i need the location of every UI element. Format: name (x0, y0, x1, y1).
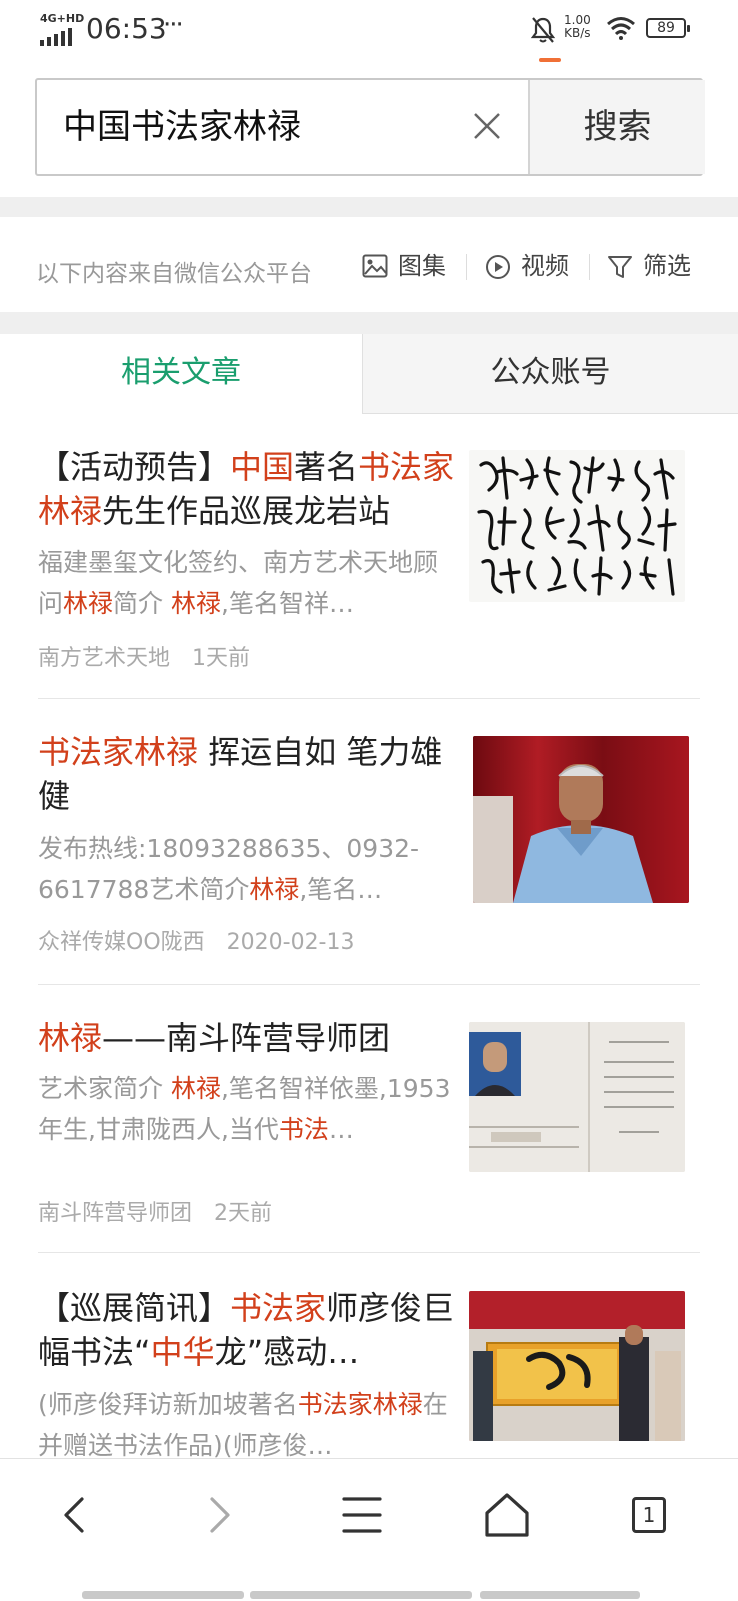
text-segment: 先生作品巡展龙岩站 (102, 492, 391, 530)
gesture-bar (480, 1591, 640, 1599)
gallery-label: 图集 (398, 252, 446, 280)
wifi-icon (607, 17, 635, 40)
tab-indicator (539, 58, 561, 62)
text-segment: (师彦俊拜访新加坡著名 (38, 1390, 298, 1419)
highlight-text: 书法 (278, 1115, 329, 1144)
status-bar: 4G+HD 06:53 ··· 1.00 KB/s 89 (0, 0, 738, 62)
article-title[interactable]: 【活动预告】中国著名书法家林禄先生作品巡展龙岩站 (38, 445, 458, 533)
highlight-text: 中华 (150, 1333, 215, 1371)
highlight-text: 中国 (230, 448, 295, 486)
divider (38, 984, 700, 985)
text-segment: 简介 (113, 589, 171, 618)
divider (38, 698, 700, 699)
gesture-bar (82, 1591, 244, 1599)
article-title[interactable]: 书法家林禄 挥运自如 笔力雄健 (38, 730, 458, 818)
article-source: 众祥传媒OO陇西 (38, 930, 205, 955)
mute-bell-icon (530, 17, 556, 43)
article-time: 1天前 (192, 646, 251, 671)
image-icon (362, 254, 388, 278)
highlight-text: 林禄 (170, 589, 221, 618)
search-button[interactable]: 搜索 (528, 80, 705, 174)
article-time: 2020-02-13 (226, 930, 355, 955)
article-time: 2天前 (214, 1201, 273, 1226)
article-snippet: (师彦俊拜访新加坡著名书法家林禄在并赠送书法作品)(师彦俊… (38, 1384, 458, 1466)
calligraphy-image (477, 456, 677, 596)
text-segment: … (328, 1115, 354, 1144)
bottom-nav: 1 (0, 1458, 738, 1601)
filter-icon (608, 256, 632, 278)
signal-icon (40, 28, 74, 46)
highlight-text: 书法家林禄 (38, 733, 199, 771)
highlight-text: 林禄 (63, 589, 114, 618)
article-snippet: 艺术家简介 林禄,笔名智祥依墨,1953年生,甘肃陇西人,当代书法… (38, 1068, 458, 1150)
article-source: 南斗阵营导师团 (38, 1201, 193, 1226)
article-meta: 南方艺术天地 1天前 (38, 640, 250, 672)
gallery-filter[interactable]: 图集 (362, 248, 452, 284)
article-thumbnail[interactable] (473, 736, 689, 903)
article-snippet: 发布热线:18093288635、0932-6617788艺术简介林禄,笔名… (38, 828, 458, 910)
filter-label: 筛选 (643, 252, 691, 280)
home-icon[interactable] (477, 1485, 537, 1545)
highlight-text: 书法家 (230, 1289, 327, 1327)
forward-icon[interactable] (188, 1485, 248, 1545)
tabs-button[interactable]: 1 (620, 1485, 680, 1545)
more-notifications-icon: ··· (163, 10, 184, 40)
video-label: 视频 (521, 252, 569, 280)
clear-icon[interactable] (469, 108, 505, 144)
tab-accounts[interactable]: 公众账号 (362, 334, 738, 414)
speed-unit: KB/s (564, 26, 591, 40)
divider (466, 254, 467, 280)
search-bar: 搜索 (35, 78, 705, 176)
article-snippet: 福建墨玺文化签约、南方艺术天地顾问林禄简介 林禄,笔名智祥… (38, 542, 458, 624)
text-segment: ,笔名… (299, 875, 383, 904)
text-segment: 艺术家简介 (38, 1074, 171, 1103)
article-meta: 众祥传媒OO陇西 2020-02-13 (38, 924, 355, 956)
article-source: 南方艺术天地 (38, 646, 171, 671)
highlight-text: 林禄 (249, 875, 300, 904)
tab-count: 1 (632, 1497, 666, 1533)
tab-articles[interactable]: 相关文章 (0, 334, 362, 414)
article-thumbnail[interactable] (469, 1291, 685, 1441)
separator-band (0, 312, 738, 334)
highlight-text: 书法家林禄 (297, 1390, 423, 1419)
network-speed: 1.00 KB/s (564, 14, 591, 40)
article-title[interactable]: 【巡展简讯】书法家师彦俊巨幅书法“中华龙”感动… (38, 1286, 458, 1374)
highlight-text: 林禄 (38, 1019, 103, 1057)
text-segment: ——南斗阵营导师团 (102, 1019, 391, 1057)
text-segment: 【巡展简讯】 (38, 1289, 231, 1327)
text-segment: 龙”感动… (214, 1333, 360, 1371)
play-icon (486, 255, 510, 279)
separator-band (0, 197, 738, 217)
filter-button[interactable]: 筛选 (607, 248, 697, 284)
highlight-text: 林禄 (170, 1074, 221, 1103)
article-title[interactable]: 林禄——南斗阵营导师团 (38, 1016, 458, 1060)
network-type: 4G+HD (40, 12, 85, 25)
article-thumbnail[interactable] (469, 1022, 685, 1172)
certificate-photo (469, 1022, 685, 1172)
video-filter[interactable]: 视频 (485, 248, 575, 284)
article-meta: 南斗阵营导师团 2天前 (38, 1195, 272, 1227)
text-segment: ,笔名智祥… (221, 589, 354, 618)
exhibition-photo (469, 1291, 685, 1441)
portrait-photo (473, 736, 689, 903)
divider (589, 254, 590, 280)
text-segment: 著名 (294, 448, 359, 486)
battery-icon: 89 (646, 18, 690, 38)
gesture-bar (250, 1591, 472, 1599)
menu-icon[interactable] (332, 1485, 392, 1545)
search-input[interactable] (63, 80, 463, 174)
clock: 06:53 (86, 12, 167, 45)
text-segment: 【活动预告】 (38, 448, 231, 486)
back-icon[interactable] (46, 1485, 106, 1545)
divider (38, 1252, 700, 1253)
source-note: 以下内容来自微信公众平台 (36, 261, 312, 287)
article-thumbnail[interactable] (469, 450, 685, 602)
